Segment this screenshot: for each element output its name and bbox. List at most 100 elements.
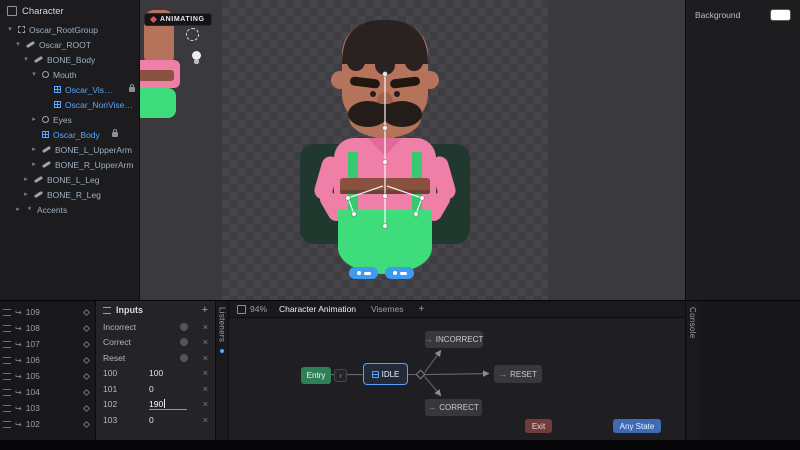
listeners-indicator-dot: [220, 349, 224, 354]
tree-item-bone-l-leg[interactable]: ▸ BONE_L_Leg: [0, 172, 139, 187]
node-idle-selected[interactable]: IDLE: [363, 363, 408, 385]
animating-label: ANIMATING: [160, 16, 205, 23]
tree-item-eyes[interactable]: ▸ Eyes: [0, 112, 139, 127]
character-artwork[interactable]: [290, 10, 480, 288]
tree-item-bone-l-upperarm[interactable]: ▸ BONE_L_UpperArm: [0, 142, 139, 157]
branch-arrow-icon: ↪: [15, 371, 22, 381]
add-input-button[interactable]: +: [202, 304, 208, 316]
background-color-swatch[interactable]: [770, 9, 791, 21]
caret-right-icon[interactable]: ▸: [14, 206, 22, 214]
tab-visemes[interactable]: Visemes: [368, 302, 406, 316]
tree-item-oscar-root[interactable]: ▾ Oscar_ROOT: [0, 37, 139, 52]
partial-artboard-artwork[interactable]: [140, 10, 192, 118]
grip-icon: [3, 420, 11, 428]
keyframe-icon[interactable]: [82, 404, 91, 412]
tree-item-bone-body[interactable]: ▾ BONE_Body: [0, 52, 139, 67]
node-any-state[interactable]: Any State: [613, 419, 661, 433]
timeline-row[interactable]: ↪ 108: [0, 320, 95, 336]
remove-input-button[interactable]: ×: [203, 368, 208, 378]
keyframe-icon[interactable]: [82, 388, 91, 396]
node-reset[interactable]: → RESET: [494, 365, 542, 383]
tree-item-bone-r-upperarm[interactable]: ▸ BONE_R_UpperArm: [0, 157, 139, 172]
state-machine-graph[interactable]: Entry › IDLE → INCORRECT → RESET → CORRE…: [229, 318, 685, 440]
node-incorrect[interactable]: → INCORRECT: [425, 331, 483, 348]
listeners-label: Listeners: [217, 307, 227, 343]
tree-item-accents[interactable]: ▸ * Accents: [0, 202, 139, 217]
background-row: Background: [686, 0, 800, 21]
tree-item-label: BONE_R_Leg: [47, 189, 101, 200]
trigger-knob[interactable]: [179, 353, 188, 362]
timeline-row[interactable]: ↪ 106: [0, 352, 95, 368]
gear-widget-icon[interactable]: [186, 28, 199, 41]
caret-down-icon[interactable]: ▾: [6, 26, 14, 34]
tree-item-label: Oscar_ROOT: [39, 39, 91, 50]
keyframe-icon[interactable]: [82, 340, 91, 348]
remove-input-button[interactable]: ×: [203, 322, 208, 332]
keyframe-icon[interactable]: [82, 324, 91, 332]
caret-right-icon[interactable]: ▸: [30, 146, 38, 154]
input-value[interactable]: 0: [149, 415, 197, 425]
tree-item-oscar-nonvisemes-mouth[interactable]: Oscar_NonVisemes_Mouth: [0, 97, 139, 112]
bulb-icon[interactable]: [192, 51, 201, 64]
caret-right-icon[interactable]: ▸: [30, 116, 38, 124]
console-tab[interactable]: Console: [685, 300, 699, 440]
canvas-control-pill-right[interactable]: [385, 267, 414, 279]
caret-down-icon[interactable]: ▾: [30, 71, 38, 79]
timeline-row[interactable]: ↪ 109: [0, 304, 95, 320]
tree-item-mouth[interactable]: ▾ Mouth: [0, 67, 139, 82]
node-exit[interactable]: Exit: [525, 419, 552, 433]
remove-input-button[interactable]: ×: [203, 384, 208, 394]
timeline-row[interactable]: ↪ 104: [0, 384, 95, 400]
timeline-row[interactable]: ↪ 105: [0, 368, 95, 384]
input-row-102[interactable]: 102 190 ×: [96, 397, 215, 413]
caret-right-icon[interactable]: ▸: [22, 176, 30, 184]
tree-item-oscar-body[interactable]: Oscar_Body: [0, 127, 139, 142]
node-entry[interactable]: Entry: [301, 367, 331, 384]
timeline-list-panel: ↪ 109 ↪ 108 ↪ 107 ↪ 106 ↪ 105 ↪ 104 ↪ 10…: [0, 300, 95, 440]
stage-canvas[interactable]: ANIMATING: [140, 0, 685, 300]
caret-right-icon[interactable]: ▸: [30, 161, 38, 169]
input-row-101[interactable]: 101 0 ×: [96, 381, 215, 397]
trigger-knob[interactable]: [179, 322, 188, 331]
remove-input-button[interactable]: ×: [203, 415, 208, 425]
caret-right-icon[interactable]: ▸: [22, 191, 30, 199]
grip-icon: [3, 340, 11, 348]
input-row-103[interactable]: 103 0 ×: [96, 412, 215, 428]
node-correct[interactable]: → CORRECT: [425, 399, 482, 416]
lock-icon[interactable]: [129, 84, 135, 92]
caret-down-icon[interactable]: ▾: [14, 41, 22, 49]
canvas-control-pill-left[interactable]: [349, 267, 378, 279]
input-value-editing[interactable]: 190: [149, 399, 197, 410]
listeners-tab[interactable]: Listeners: [216, 301, 229, 440]
remove-input-button[interactable]: ×: [203, 337, 208, 347]
lock-icon[interactable]: [111, 129, 118, 137]
transition-arrow-icon: →: [499, 369, 508, 379]
timeline-row[interactable]: ↪ 103: [0, 400, 95, 416]
input-row-correct[interactable]: Correct ×: [96, 335, 215, 351]
trigger-knob[interactable]: [179, 338, 188, 347]
tab-character-animation[interactable]: Character Animation: [276, 302, 359, 316]
input-row-100[interactable]: 100 100 ×: [96, 366, 215, 382]
keyframe-icon[interactable]: [82, 420, 91, 428]
bottom-right-filler: [699, 300, 800, 440]
timeline-row[interactable]: ↪ 102: [0, 416, 95, 432]
mesh-icon: [54, 101, 61, 108]
transition-chevron-icon[interactable]: ›: [334, 369, 347, 382]
input-value[interactable]: 0: [149, 384, 197, 394]
keyframe-icon[interactable]: [82, 308, 91, 316]
zoom-control[interactable]: 94%: [237, 304, 267, 314]
input-row-incorrect[interactable]: Incorrect ×: [96, 319, 215, 335]
input-value[interactable]: 100: [149, 368, 197, 378]
keyframe-icon[interactable]: [82, 372, 91, 380]
add-tab-button[interactable]: +: [415, 302, 427, 317]
grip-icon: [3, 388, 11, 396]
remove-input-button[interactable]: ×: [203, 399, 208, 409]
remove-input-button[interactable]: ×: [203, 353, 208, 363]
tree-item-bone-r-leg[interactable]: ▸ BONE_R_Leg: [0, 187, 139, 202]
caret-down-icon[interactable]: ▾: [22, 56, 30, 64]
input-row-reset[interactable]: Reset ×: [96, 350, 215, 366]
tree-item-oscar-rootgroup[interactable]: ▾ Oscar_RootGroup: [0, 22, 139, 37]
timeline-row[interactable]: ↪ 107: [0, 336, 95, 352]
tree-item-oscar-visemes[interactable]: Oscar_Visemes: [0, 82, 139, 97]
keyframe-icon[interactable]: [82, 356, 91, 364]
